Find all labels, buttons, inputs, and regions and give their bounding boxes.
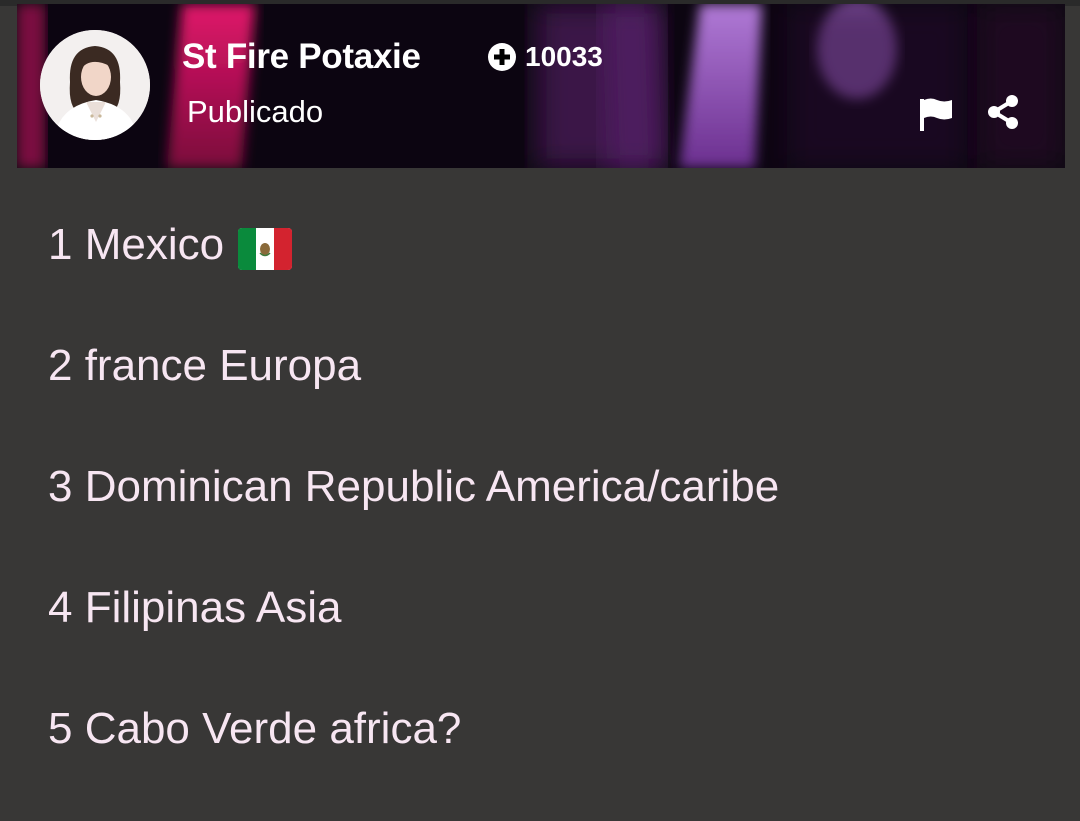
post-status: Publicado [187,94,324,129]
share-button[interactable] [983,92,1023,132]
points-badge: 10033 [487,40,603,74]
flag-icon [920,98,952,131]
list-item-text: 2 france Europa [48,341,362,390]
report-button[interactable] [917,94,957,134]
share-icon [988,95,1018,129]
list-item-text: 3 Dominican Republic America/caribe [48,462,780,511]
header-background [17,4,1065,168]
plus-circle-icon [487,42,517,72]
post-body-list: 1 Mexico 2 france Europa 3 Dominican Rep… [48,213,779,818]
list-item: 3 Dominican Republic America/caribe [48,455,779,576]
list-item: 5 Cabo Verde africa? [48,697,779,818]
list-item: 4 Filipinas Asia [48,576,779,697]
list-item: 1 Mexico [48,213,779,334]
avatar-image [40,30,150,140]
post-header: St Fire Potaxie 10033 Publicado [17,4,1065,168]
list-item-text: 1 Mexico [48,220,225,269]
list-item-text: 4 Filipinas Asia [48,583,342,632]
list-item: 2 france Europa [48,334,779,455]
mexico-flag-icon [238,224,293,270]
author-name[interactable]: St Fire Potaxie [182,37,421,77]
list-item-text: 5 Cabo Verde africa? [48,704,462,753]
author-avatar[interactable] [40,30,150,140]
points-value: 10033 [525,41,603,72]
